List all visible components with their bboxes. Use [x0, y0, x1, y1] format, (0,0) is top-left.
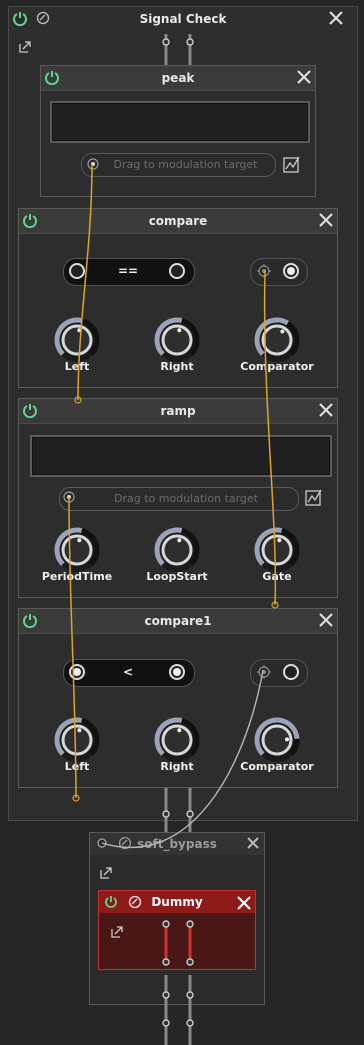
- close-icon[interactable]: [318, 402, 334, 418]
- modulation-graph-icon[interactable]: [305, 488, 323, 506]
- dummy-header[interactable]: Dummy: [99, 891, 255, 913]
- periodtime-knob[interactable]: [53, 526, 101, 574]
- compare-title: compare: [148, 214, 208, 228]
- signal-check-header[interactable]: Signal Check: [9, 7, 357, 31]
- left-knob[interactable]: [53, 316, 101, 364]
- output-ports[interactable]: [158, 788, 198, 832]
- close-icon[interactable]: [246, 836, 260, 850]
- knob-label-periodtime: PeriodTime: [41, 570, 113, 583]
- compare1-header[interactable]: compare1: [19, 609, 337, 634]
- signal-check-title: Signal Check: [139, 12, 227, 26]
- close-icon[interactable]: [318, 612, 334, 628]
- dummy-title: Dummy: [151, 895, 203, 909]
- peak-display: [50, 101, 310, 143]
- power-icon[interactable]: [22, 612, 38, 628]
- compare-operator: ==: [117, 264, 139, 278]
- close-icon[interactable]: [328, 10, 344, 26]
- knob-label-comparator: Comparator: [240, 360, 314, 373]
- left-knob[interactable]: [53, 716, 101, 764]
- ramp-drag-label: Drag to modulation target: [114, 492, 258, 505]
- peak-drag-label: Drag to modulation target: [113, 158, 258, 171]
- modulation-source-icon[interactable]: [86, 157, 100, 171]
- compare1-toggle-radio[interactable]: [283, 664, 299, 680]
- external-link-icon[interactable]: [99, 866, 113, 880]
- peak-header[interactable]: peak: [41, 66, 315, 91]
- soft-bypass-title: soft_bypass: [137, 837, 217, 851]
- power-icon[interactable]: [22, 402, 38, 418]
- close-icon[interactable]: [318, 212, 334, 228]
- right-knob[interactable]: [153, 716, 201, 764]
- target-icon: [257, 665, 271, 679]
- knob-label-loopstart: LoopStart: [146, 570, 208, 583]
- compare1-operator: <: [122, 665, 134, 679]
- modulation-graph-icon[interactable]: [283, 155, 301, 173]
- compare-header[interactable]: compare: [19, 209, 337, 234]
- ramp-display: [30, 435, 332, 477]
- input-ports[interactable]: [158, 34, 198, 66]
- ramp-title: ramp: [160, 404, 196, 418]
- compare1-left-radio[interactable]: [69, 664, 85, 680]
- compare-right-radio[interactable]: [169, 263, 185, 279]
- compare-toggle-radio[interactable]: [283, 263, 299, 279]
- knob-label-gate: Gate: [262, 570, 292, 583]
- comparator-knob[interactable]: [253, 316, 301, 364]
- soft-bypass-header[interactable]: soft_bypass: [90, 833, 264, 855]
- loopstart-knob[interactable]: [153, 526, 201, 574]
- peak-title: peak: [161, 71, 195, 85]
- modulation-source-icon[interactable]: [62, 490, 76, 504]
- knob-label-left: Left: [64, 360, 90, 373]
- power-icon[interactable]: [104, 895, 118, 909]
- dummy-ports[interactable]: [158, 918, 198, 968]
- power-icon[interactable]: [22, 212, 38, 228]
- bypass-icon[interactable]: [128, 895, 142, 909]
- comparator-knob[interactable]: [253, 716, 301, 764]
- peak-modulation-drag[interactable]: Drag to modulation target: [81, 153, 276, 177]
- external-link-icon[interactable]: [18, 40, 32, 54]
- external-link-icon[interactable]: [110, 925, 124, 939]
- peak-module: peak Drag to modulation target: [40, 65, 316, 197]
- right-knob[interactable]: [153, 316, 201, 364]
- ramp-header[interactable]: ramp: [19, 399, 337, 424]
- close-icon[interactable]: [296, 69, 312, 85]
- target-icon: [257, 264, 271, 278]
- compare-left-radio[interactable]: [69, 263, 85, 279]
- knob-label-right: Right: [160, 760, 194, 773]
- knob-label-comparator: Comparator: [240, 760, 314, 773]
- compare1-right-radio[interactable]: [169, 664, 185, 680]
- ramp-modulation-drag[interactable]: Drag to modulation target: [59, 487, 299, 511]
- bottom-ports[interactable]: [158, 975, 198, 1045]
- power-icon[interactable]: [12, 10, 28, 26]
- knob-label-left: Left: [64, 760, 90, 773]
- close-icon[interactable]: [236, 895, 252, 911]
- power-icon[interactable]: [44, 69, 60, 85]
- compare1-title: compare1: [144, 614, 212, 628]
- bypass-icon[interactable]: [36, 11, 50, 25]
- gate-knob[interactable]: [253, 526, 301, 574]
- knob-label-right: Right: [160, 360, 194, 373]
- modulation-source-icon[interactable]: [95, 836, 109, 850]
- bypass-icon[interactable]: [118, 836, 132, 850]
